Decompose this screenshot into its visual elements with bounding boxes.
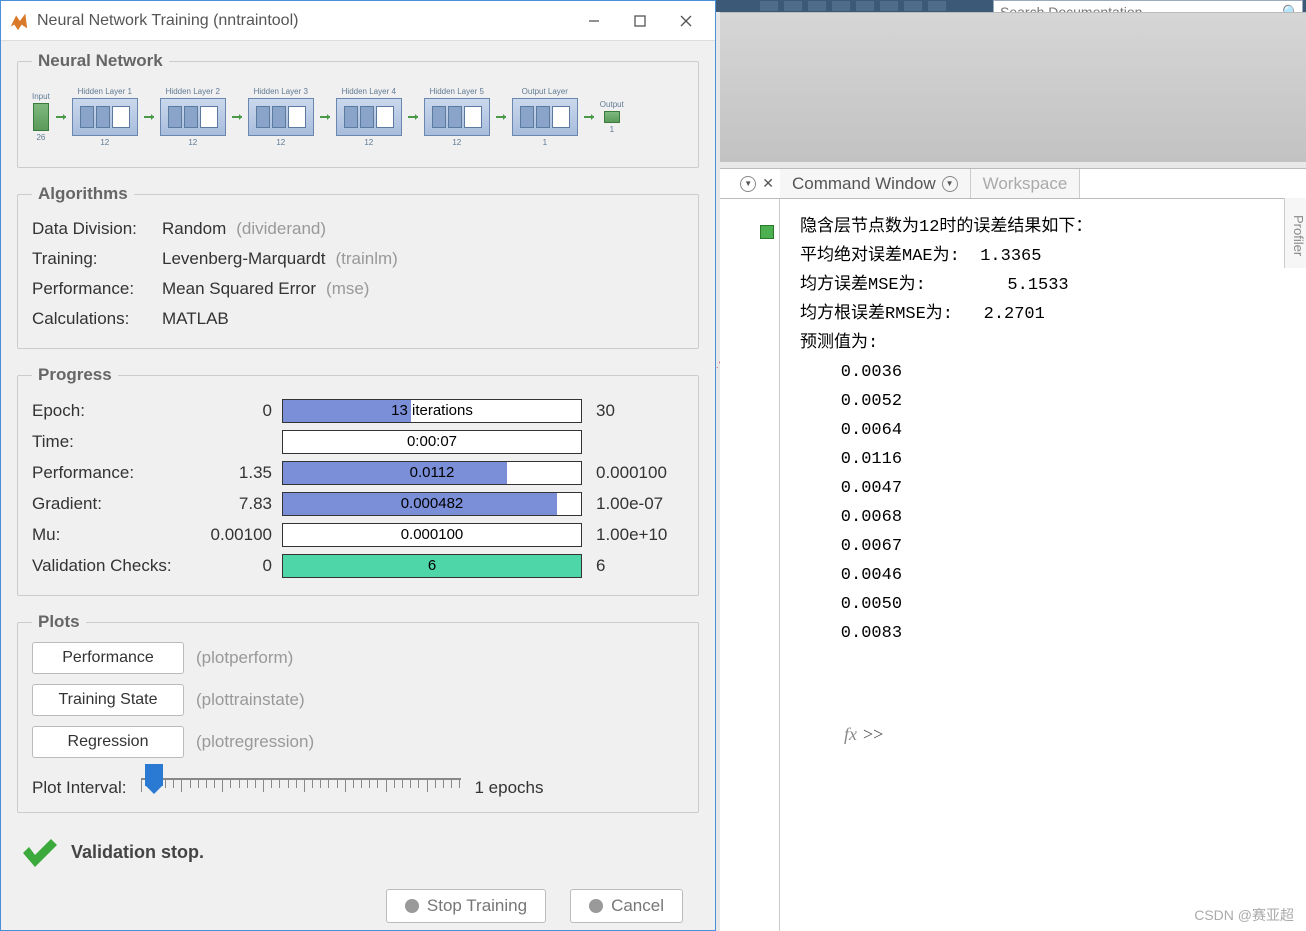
progress-bar: 0:00:07 [282, 430, 582, 454]
ribbon-area [720, 12, 1306, 162]
cancel-button[interactable]: Cancel [570, 889, 683, 923]
watermark: CSDN @赛亚超 [1194, 905, 1294, 925]
editor-gutter [720, 199, 780, 931]
progress-bar: 6 [282, 554, 582, 578]
progress-row: Gradient:7.830.0004821.00e-07 [32, 488, 684, 519]
algorithm-row: Data Division:Random(dividerand) [32, 214, 684, 244]
plot-interval-slider[interactable] [141, 778, 461, 798]
fx-prompt[interactable]: fx>> [844, 724, 883, 745]
progress-bar: 0.0112 [282, 461, 582, 485]
dropdown-icon[interactable]: ▼ [942, 176, 958, 192]
maximize-button[interactable] [617, 6, 663, 36]
minimize-button[interactable] [571, 6, 617, 36]
right-panel-area: ▼ ✕ Command Window ▼ Workspace 隐含层节点数为12… [720, 168, 1306, 931]
plot-button[interactable]: Regression [32, 726, 184, 758]
stop-training-button[interactable]: Stop Training [386, 889, 546, 923]
plot-interval-value: 1 epochs [475, 778, 544, 798]
algorithm-row: Performance:Mean Squared Error(mse) [32, 274, 684, 304]
tab-command-window[interactable]: Command Window ▼ [780, 169, 971, 198]
algorithm-row: Training:Levenberg-Marquardt(trainlm) [32, 244, 684, 274]
plot-interval-label: Plot Interval: [32, 778, 127, 798]
progress-row: Validation Checks:066 [32, 550, 684, 581]
stop-icon [405, 899, 419, 913]
plots-section: Plots Performance(plotperform)Training S… [17, 612, 699, 813]
plot-button[interactable]: Performance [32, 642, 184, 674]
progress-row: Mu:0.001000.0001001.00e+10 [32, 519, 684, 550]
progress-bar: 0.000482 [282, 492, 582, 516]
tab-profiler[interactable]: Profiler [1284, 198, 1306, 268]
progress-legend: Progress [32, 365, 118, 385]
close-button[interactable] [663, 6, 709, 36]
window-title: Neural Network Training (nntraintool) [37, 12, 571, 30]
titlebar[interactable]: Neural Network Training (nntraintool) [1, 1, 715, 41]
command-window-output[interactable]: 隐含层节点数为12时的误差结果如下： 平均绝对误差MAE为: 1.3365 均方… [780, 199, 1306, 931]
validation-stop-status: Validation stop. [17, 829, 699, 875]
plot-button[interactable]: Training State [32, 684, 184, 716]
checkmark-icon [21, 837, 57, 867]
algorithm-row: Calculations:MATLAB [32, 304, 684, 334]
cancel-icon [589, 899, 603, 913]
neural-network-section: Neural Network Input26Hidden Layer 112Hi… [17, 51, 699, 168]
progress-row: Performance:1.350.01120.000100 [32, 457, 684, 488]
split-handle[interactable]: .' [716, 360, 720, 380]
progress-section: Progress Epoch:013 iterations30Time:0:00… [17, 365, 699, 596]
progress-bar: 0.000100 [282, 523, 582, 547]
algorithms-legend: Algorithms [32, 184, 134, 204]
tab-workspace[interactable]: Workspace [971, 169, 1081, 198]
dropdown-icon[interactable]: ▼ [740, 176, 756, 192]
close-icon[interactable]: ✕ [762, 175, 774, 192]
toolbar-icons [760, 0, 946, 12]
status-text: Validation stop. [71, 842, 204, 863]
nntraintool-dialog: Neural Network Training (nntraintool) Ne… [0, 0, 716, 931]
progress-row: Epoch:013 iterations30 [32, 395, 684, 426]
algorithms-section: Algorithms Data Division:Random(dividera… [17, 184, 699, 349]
slider-thumb[interactable] [145, 764, 163, 786]
progress-row: Time:0:00:07 [32, 426, 684, 457]
fx-icon: fx [844, 724, 857, 745]
matlab-logo-icon [7, 10, 29, 32]
plots-legend: Plots [32, 612, 86, 632]
progress-bar: 13 iterations [282, 399, 582, 423]
nn-legend: Neural Network [32, 51, 169, 71]
